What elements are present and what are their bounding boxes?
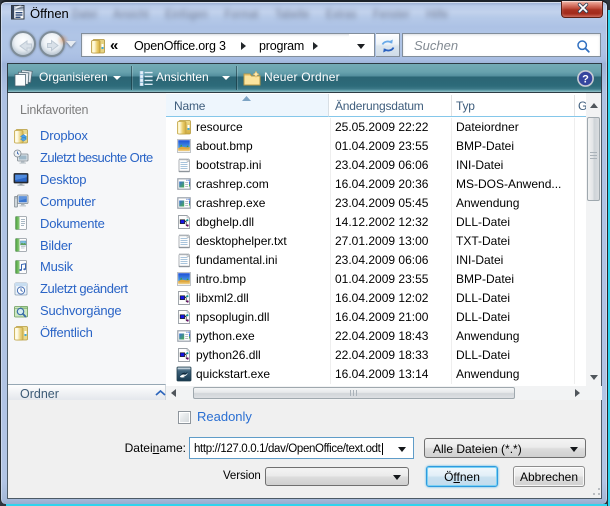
svg-text:?: ? [582, 74, 589, 86]
